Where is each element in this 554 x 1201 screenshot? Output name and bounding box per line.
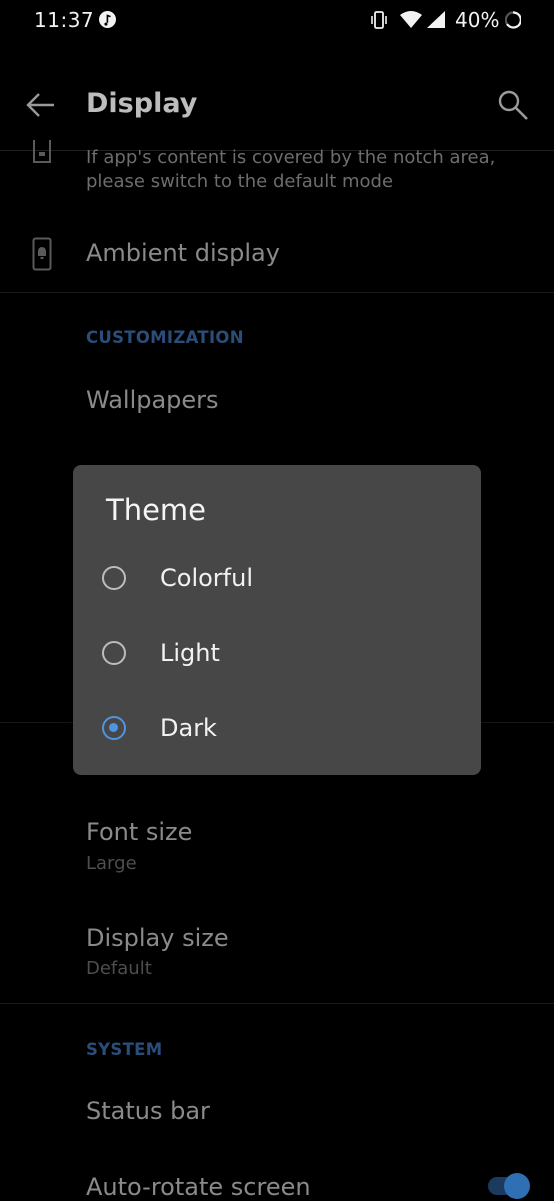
status-bar: 11:37 40% <box>0 0 554 44</box>
display-size-value: Default <box>86 958 152 979</box>
auto-rotate-item[interactable]: Auto-rotate screen <box>86 1173 311 1201</box>
theme-option-colorful[interactable]: Colorful <box>73 544 481 614</box>
wifi-icon <box>400 11 422 28</box>
notch-description: If app's content is covered by the notch… <box>86 147 496 192</box>
radio-button-selected[interactable] <box>102 716 126 740</box>
wallpapers-item[interactable]: Wallpapers <box>86 386 219 414</box>
back-arrow-icon[interactable] <box>26 92 56 118</box>
theme-dialog: Theme Colorful Light Dark <box>73 465 481 775</box>
font-size-item[interactable]: Font size <box>86 818 192 846</box>
signal-icon <box>427 11 445 28</box>
vibrate-icon <box>371 11 387 29</box>
divider <box>0 292 554 293</box>
battery-icon <box>505 11 521 29</box>
ambient-display-item[interactable]: Ambient display <box>86 239 280 267</box>
battery-percentage: 40% <box>455 8 500 32</box>
app-bar: Display <box>0 60 554 150</box>
option-label: Colorful <box>160 564 253 592</box>
search-icon[interactable] <box>496 88 530 122</box>
ambient-display-icon <box>32 237 52 271</box>
page-title: Display <box>86 88 198 119</box>
status-bar-item[interactable]: Status bar <box>86 1097 210 1125</box>
music-icon <box>99 11 116 28</box>
radio-button[interactable] <box>102 641 126 665</box>
divider <box>0 1003 554 1004</box>
theme-option-dark[interactable]: Dark <box>73 694 481 764</box>
system-header: SYSTEM <box>86 1040 163 1059</box>
auto-rotate-toggle-thumb[interactable] <box>504 1173 530 1199</box>
theme-option-light[interactable]: Light <box>73 619 481 689</box>
customization-header: CUSTOMIZATION <box>86 328 244 347</box>
font-size-value: Large <box>86 853 137 874</box>
option-label: Dark <box>160 714 217 742</box>
display-size-item[interactable]: Display size <box>86 924 229 952</box>
status-time: 11:37 <box>34 8 95 32</box>
radio-button[interactable] <box>102 566 126 590</box>
radio-selected-dot <box>109 723 118 732</box>
dialog-title: Theme <box>106 493 207 527</box>
option-label: Light <box>160 639 220 667</box>
notch-display-icon <box>33 140 51 163</box>
